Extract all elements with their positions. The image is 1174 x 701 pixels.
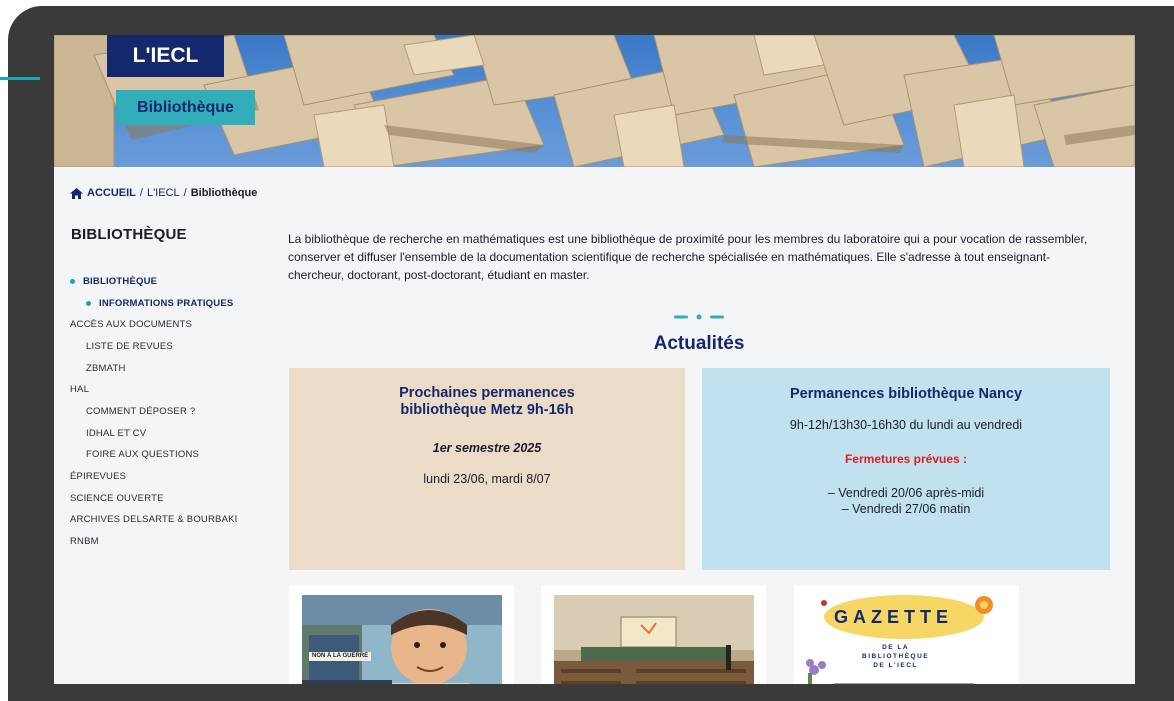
sidebar-item-acces-documents[interactable]: ACCÈS AUX DOCUMENTS <box>70 314 270 336</box>
gazette-subtitle: DE LA BIBLIOTHÈQUE DE L'IECL <box>862 643 929 670</box>
sidebar-item-label: ÉPIREVUES <box>70 471 127 483</box>
news-heading: Actualités <box>653 333 745 354</box>
closure-line: – Vendredi 20/06 après-midi <box>827 486 985 500</box>
sidebar-item-label: FOIRE AUX QUESTIONS <box>86 449 200 461</box>
sidebar-item-epirevues[interactable]: ÉPIREVUES <box>70 466 270 488</box>
card-text: lundi 23/06, mardi 8/07 <box>423 472 551 486</box>
lecture-hall-photo-image <box>554 595 754 684</box>
sidebar-item-label: COMMENT DÉPOSER ? <box>86 405 196 417</box>
card-subtitle: 1er semestre 2025 <box>432 441 542 455</box>
news-thumbnail-lecture-hall[interactable] <box>541 585 766 684</box>
sidebar-item-label: ARCHIVES DELSARTE & BOURBAKI <box>70 514 238 526</box>
sidebar-nav: BIBLIOTHÈQUE INFORMATIONS PRATIQUES ACCÈ… <box>70 271 270 553</box>
gazette-subtitle-line: DE LA <box>882 644 910 651</box>
sidebar-item-hal[interactable]: HAL <box>70 379 270 401</box>
sidebar-item-science-ouverte[interactable]: SCIENCE OUVERTE <box>70 488 270 510</box>
breadcrumb-separator: / <box>183 187 187 199</box>
card-closures: – Vendredi 20/06 après-midi – Vendredi 2… <box>702 485 1110 517</box>
sidebar-item-idhal-cv[interactable]: IDHAL ET CV <box>70 423 270 445</box>
sidebar-item-archives[interactable]: ARCHIVES DELSARTE & BOURBAKI <box>70 510 270 532</box>
sidebar-item-label: RNBM <box>70 536 99 548</box>
accent-line <box>0 77 40 80</box>
news-thumbnail-comic[interactable]: NON À LA GUERRE <box>289 585 514 684</box>
news-card-metz[interactable]: Prochaines permanences bibliothèque Metz… <box>289 368 685 570</box>
card-title: Permanences bibliothèque Nancy <box>789 386 1023 402</box>
iecl-tag[interactable]: L'IECL <box>107 35 224 77</box>
card-title: Prochaines permanences bibliothèque Metz… <box>399 385 575 418</box>
gazette-subtitle-line: DE L'IECL <box>873 662 918 669</box>
card-hours: 9h-12h/13h30-16h30 du lundi au vendredi <box>789 418 1023 432</box>
sidebar-item-faq[interactable]: FOIRE AUX QUESTIONS <box>70 445 270 467</box>
sidebar-title: BIBLIOTHÈQUE <box>71 226 187 243</box>
closure-line: – Vendredi 27/06 matin <box>841 502 971 516</box>
device-frame: L'IECL Bibliothèque ACCUEIL / L'IECL / B… <box>0 0 1174 701</box>
sidebar-item-liste-revues[interactable]: LISTE DE REVUES <box>70 336 270 358</box>
gazette-title: GAZETTE <box>834 607 953 627</box>
sidebar-item-label: INFORMATIONS PRATIQUES <box>99 297 234 309</box>
sidebar-item-bibliotheque[interactable]: BIBLIOTHÈQUE <box>70 271 270 293</box>
active-dot-icon <box>70 279 75 285</box>
sidebar-item-informations-pratiques[interactable]: INFORMATIONS PRATIQUES <box>70 293 270 315</box>
news-thumbnail-gazette[interactable]: GAZETTE DE LA BIBLIOTHÈQUE DE L'IECL <box>794 585 1019 684</box>
card-closures-title: Fermetures prévues : <box>844 452 968 466</box>
device-bezel-bottom <box>8 684 1174 701</box>
breadcrumb-parent-link[interactable]: L'IECL <box>147 187 180 199</box>
news-card-nancy[interactable]: Permanences bibliothèque Nancy 9h-12h/13… <box>702 368 1110 570</box>
sidebar-item-label: LISTE DE REVUES <box>86 340 173 352</box>
sidebar-item-rnbm[interactable]: RNBM <box>70 531 270 553</box>
intro-paragraph: La bibliothèque de recherche en mathémat… <box>288 232 1088 282</box>
sidebar-item-label: ZBMATH <box>86 362 126 374</box>
gazette-subtitle-line: BIBLIOTHÈQUE <box>862 653 930 660</box>
breadcrumb-separator: / <box>139 187 143 199</box>
hero-banner: L'IECL Bibliothèque <box>54 35 1135 167</box>
sidebar-item-label: BIBLIOTHÈQUE <box>83 275 158 287</box>
section-tag[interactable]: Bibliothèque <box>116 90 255 125</box>
section-decoration-icon <box>674 314 724 320</box>
active-dot-icon <box>86 301 91 307</box>
sidebar-item-comment-deposer[interactable]: COMMENT DÉPOSER ? <box>70 401 270 423</box>
home-icon[interactable] <box>70 187 83 199</box>
browser-viewport: L'IECL Bibliothèque ACCUEIL / L'IECL / B… <box>54 35 1135 684</box>
sidebar-item-label: IDHAL ET CV <box>86 427 147 439</box>
breadcrumb-home-link[interactable]: ACCUEIL <box>87 187 136 199</box>
sidebar-item-label: ACCÈS AUX DOCUMENTS <box>70 319 193 331</box>
sidebar-item-label: SCIENCE OUVERTE <box>70 492 164 504</box>
sidebar-item-label: HAL <box>70 384 90 396</box>
sidebar-item-zbmath[interactable]: ZBMATH <box>70 358 270 380</box>
comic-sign-text: NON À LA GUERRE <box>309 652 372 661</box>
breadcrumb: ACCUEIL / L'IECL / Bibliothèque <box>70 187 257 199</box>
comic-illustration-image <box>302 595 502 684</box>
breadcrumb-current: Bibliothèque <box>190 187 258 199</box>
